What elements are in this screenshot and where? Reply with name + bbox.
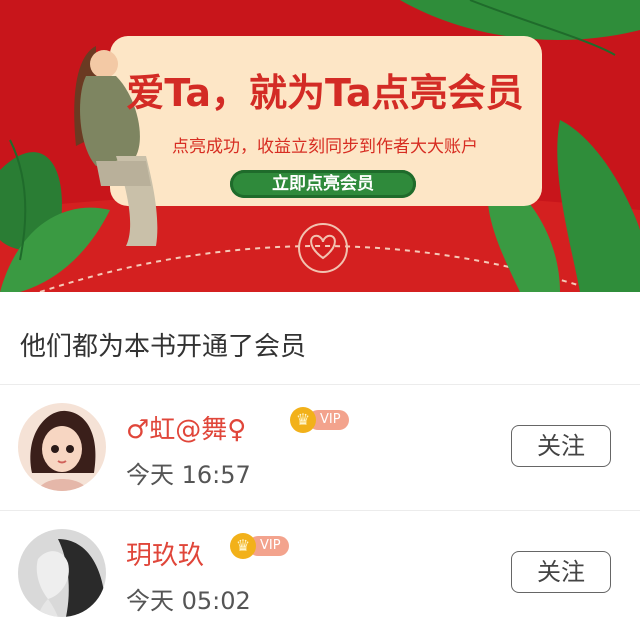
crown-icon: ♛ bbox=[290, 407, 316, 433]
member-name[interactable]: 玥玖玖 bbox=[126, 535, 204, 572]
member-row[interactable]: 玥玖玖 ♛ VIP 今天 05:02 关注 bbox=[0, 511, 640, 633]
member-time: 今天 16:57 bbox=[126, 461, 251, 489]
avatar-image bbox=[18, 529, 106, 617]
member-time: 今天 05:02 bbox=[126, 587, 251, 615]
vip-badge: ♛ VIP bbox=[290, 407, 349, 433]
member-row[interactable]: ♂虹@舞♀ ♛ VIP 今天 16:57 关注 bbox=[0, 385, 640, 507]
crown-icon: ♛ bbox=[230, 533, 256, 559]
membership-banner[interactable]: 爱Ta，就为Ta点亮会员 点亮成功，收益立刻同步到作者大大账户 立即点亮会员 bbox=[0, 0, 640, 292]
banner-headline: 爱Ta，就为Ta点亮会员 bbox=[126, 71, 524, 115]
follow-button[interactable]: 关注 bbox=[511, 551, 611, 593]
member-name[interactable]: ♂虹@舞♀ bbox=[126, 409, 246, 446]
banner-subline: 点亮成功，收益立刻同步到作者大大账户 bbox=[172, 137, 478, 157]
avatar[interactable] bbox=[18, 529, 106, 617]
activate-membership-button[interactable]: 立即点亮会员 bbox=[230, 170, 416, 198]
avatar-image bbox=[18, 403, 106, 491]
follow-button[interactable]: 关注 bbox=[511, 425, 611, 467]
vip-badge: ♛ VIP bbox=[230, 533, 289, 559]
avatar[interactable] bbox=[18, 403, 106, 491]
section-title: 他们都为本书开通了会员 bbox=[20, 332, 307, 362]
